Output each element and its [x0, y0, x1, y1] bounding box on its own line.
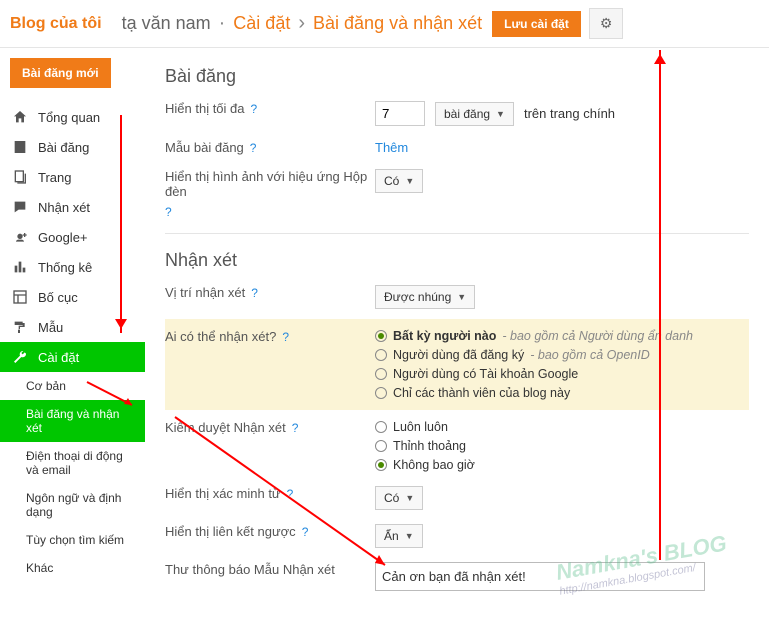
sub-basic[interactable]: Cơ bản — [0, 372, 145, 400]
who-option-anyone[interactable]: Bất kỳ người nào- bao gồm cả Người dùng … — [375, 329, 693, 343]
mod-option-sometimes[interactable]: Thỉnh thoảng — [375, 439, 475, 453]
stats-icon — [10, 258, 30, 276]
verify-label: Hiển thị xác minh từ — [165, 486, 281, 501]
moderation-label: Kiểm duyệt Nhận xét — [165, 420, 286, 435]
section-posts-title: Bài đăng — [165, 66, 749, 87]
radio-icon — [375, 440, 387, 452]
nav-overview[interactable]: Tổng quan — [0, 102, 145, 132]
nav-label: Trang — [38, 170, 71, 185]
sub-other[interactable]: Khác — [0, 554, 145, 582]
save-settings-button[interactable]: Lưu cài đặt — [492, 11, 581, 37]
blog-owner[interactable]: tạ văn nam — [122, 13, 211, 34]
gear-button[interactable]: ⚙ — [589, 8, 624, 39]
chevron-down-icon: ▼ — [496, 109, 505, 119]
post-template-label: Mẫu bài đăng — [165, 140, 244, 155]
help-icon[interactable]: ? — [287, 487, 294, 501]
nav-template[interactable]: Mẫu — [0, 312, 145, 342]
comment-location-label: Vị trí nhận xét — [165, 285, 245, 300]
chevron-down-icon: ▼ — [405, 176, 414, 186]
mod-option-never[interactable]: Không bao giờ — [375, 458, 475, 472]
home-icon — [10, 108, 30, 126]
radio-icon — [375, 387, 387, 399]
nav-comments[interactable]: Nhận xét — [0, 192, 145, 222]
comment-msg-input[interactable]: Cản ơn bạn đã nhận xét! — [375, 562, 705, 591]
nav-posts[interactable]: Bài đăng — [0, 132, 145, 162]
sub-posts-comments[interactable]: Bài đăng và nhận xét — [0, 400, 145, 442]
chevron-right-icon: › — [298, 12, 305, 35]
help-icon[interactable]: ? — [282, 330, 289, 344]
moderation-radio-group: Luôn luôn Thỉnh thoảng Không bao giờ — [375, 420, 475, 472]
pages-icon — [10, 168, 30, 186]
comment-icon — [10, 198, 30, 216]
nav-label: Bài đăng — [38, 140, 89, 155]
show-max-suffix: trên trang chính — [524, 106, 615, 121]
who-option-google[interactable]: Người dùng có Tài khoản Google — [375, 367, 693, 381]
sub-search-prefs[interactable]: Tùy chọn tìm kiếm — [0, 526, 145, 554]
radio-icon — [375, 349, 387, 361]
backlinks-label: Hiển thị liên kết ngược — [165, 524, 296, 539]
help-icon[interactable]: ? — [165, 205, 172, 219]
chevron-down-icon: ▼ — [457, 292, 466, 302]
sub-language[interactable]: Ngôn ngữ và định dạng — [0, 484, 145, 526]
who-option-members[interactable]: Chỉ các thành viên của blog này — [375, 386, 693, 400]
nav-label: Nhận xét — [38, 200, 90, 215]
radio-icon — [375, 330, 387, 342]
chevron-down-icon: ▼ — [405, 531, 414, 541]
help-icon[interactable]: ? — [251, 102, 258, 116]
nav-layout[interactable]: Bố cục — [0, 282, 145, 312]
mod-option-always[interactable]: Luôn luôn — [375, 420, 475, 434]
document-icon — [10, 138, 30, 156]
nav-settings[interactable]: Cài đặt — [0, 342, 145, 372]
radio-icon — [375, 421, 387, 433]
radio-icon — [375, 368, 387, 380]
breadcrumb-posts-comments: Bài đăng và nhận xét — [313, 13, 482, 34]
googleplus-icon — [10, 228, 30, 246]
who-can-comment-label: Ai có thể nhận xét? — [165, 329, 276, 344]
help-icon[interactable]: ? — [250, 141, 257, 155]
comment-location-dropdown[interactable]: Được nhúng▼ — [375, 285, 475, 309]
nav-label: Tổng quan — [38, 110, 100, 125]
lightbox-label: Hiển thị hình ảnh với hiệu ứng Hộp đèn — [165, 169, 375, 199]
show-max-unit-dropdown[interactable]: bài đăng▼ — [435, 102, 514, 126]
who-radio-group: Bất kỳ người nào- bao gồm cả Người dùng … — [375, 329, 693, 400]
who-option-registered[interactable]: Người dùng đã đăng ký- bao gồm cả OpenID — [375, 348, 693, 362]
nav-pages[interactable]: Trang — [0, 162, 145, 192]
verify-dropdown[interactable]: Có▼ — [375, 486, 423, 510]
help-icon[interactable]: ? — [292, 421, 299, 435]
radio-icon — [375, 459, 387, 471]
breadcrumb-settings[interactable]: Cài đặt — [233, 13, 290, 34]
sidebar: Bài đăng mới Tổng quan Bài đăng Trang Nh… — [0, 48, 145, 623]
layout-icon — [10, 288, 30, 306]
show-max-label: Hiển thị tối đa — [165, 101, 245, 116]
nav-label: Mẫu — [38, 320, 63, 335]
lightbox-dropdown[interactable]: Có▼ — [375, 169, 423, 193]
new-post-button[interactable]: Bài đăng mới — [10, 58, 111, 88]
show-max-input[interactable] — [375, 101, 425, 126]
content: Bài đăng Hiển thị tối đa ? bài đăng▼ trê… — [145, 48, 769, 623]
sub-mobile-email[interactable]: Điện thoại di động và email — [0, 442, 145, 484]
wrench-icon — [10, 348, 30, 366]
nav-label: Google+ — [38, 230, 88, 245]
paint-roller-icon — [10, 318, 30, 336]
nav-googleplus[interactable]: Google+ — [0, 222, 145, 252]
nav-label: Cài đặt — [38, 350, 79, 365]
backlinks-dropdown[interactable]: Ẩn▼ — [375, 524, 423, 548]
nav-label: Bố cục — [38, 290, 78, 305]
nav-label: Thống kê — [38, 260, 92, 275]
help-icon[interactable]: ? — [251, 286, 258, 300]
gear-icon: ⚙ — [600, 15, 613, 31]
nav-stats[interactable]: Thống kê — [0, 252, 145, 282]
chevron-down-icon: ▼ — [405, 493, 414, 503]
comment-msg-label: Thư thông báo Mẫu Nhận xét — [165, 562, 335, 577]
app-title: Blog của tôi — [10, 15, 102, 33]
section-comments-title: Nhận xét — [165, 250, 749, 271]
separator: · — [219, 12, 226, 35]
help-icon[interactable]: ? — [302, 525, 309, 539]
add-template-link[interactable]: Thêm — [375, 140, 408, 155]
